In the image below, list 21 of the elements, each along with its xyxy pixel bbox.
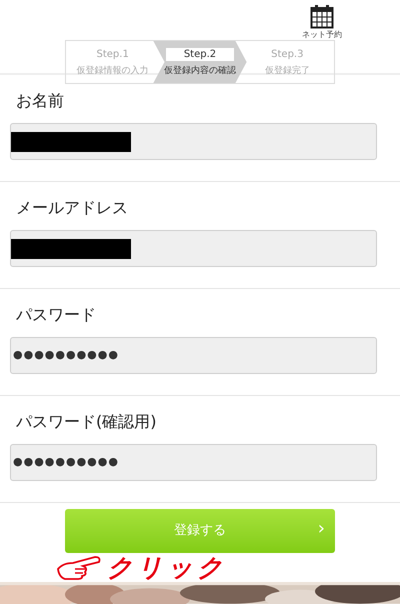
step-number: Step.1 xyxy=(96,48,130,60)
click-annotation: クリック xyxy=(107,554,227,582)
reservation-link[interactable]: ネット予約 xyxy=(302,30,342,40)
step-label: 仮登録情報の入力 xyxy=(76,64,149,76)
input-field[interactable] xyxy=(10,230,377,268)
field-label: お名前 xyxy=(16,91,64,110)
pointing-hand-icon xyxy=(55,555,103,582)
step-number: Step.2 xyxy=(166,48,234,60)
field-label: パスワード xyxy=(16,305,96,324)
calendar-icon xyxy=(310,4,334,29)
input-field[interactable] xyxy=(10,123,377,160)
input-field[interactable]: ●●●●●●●●●● xyxy=(10,444,377,482)
step-number: Step.3 xyxy=(270,48,304,60)
chevron-icon: › xyxy=(318,519,325,540)
step-label: 仮登録内容の確認 xyxy=(164,64,236,76)
step-label: 仮登録完了 xyxy=(264,64,310,76)
field-label: パスワード(確認用) xyxy=(16,412,156,432)
password-value: ●●●●●●●●●● xyxy=(12,454,119,470)
input-field[interactable]: ●●●●●●●●●● xyxy=(10,337,377,374)
field-label: メールアドレス xyxy=(16,198,128,218)
password-value: ●●●●●●●●●● xyxy=(12,347,119,364)
